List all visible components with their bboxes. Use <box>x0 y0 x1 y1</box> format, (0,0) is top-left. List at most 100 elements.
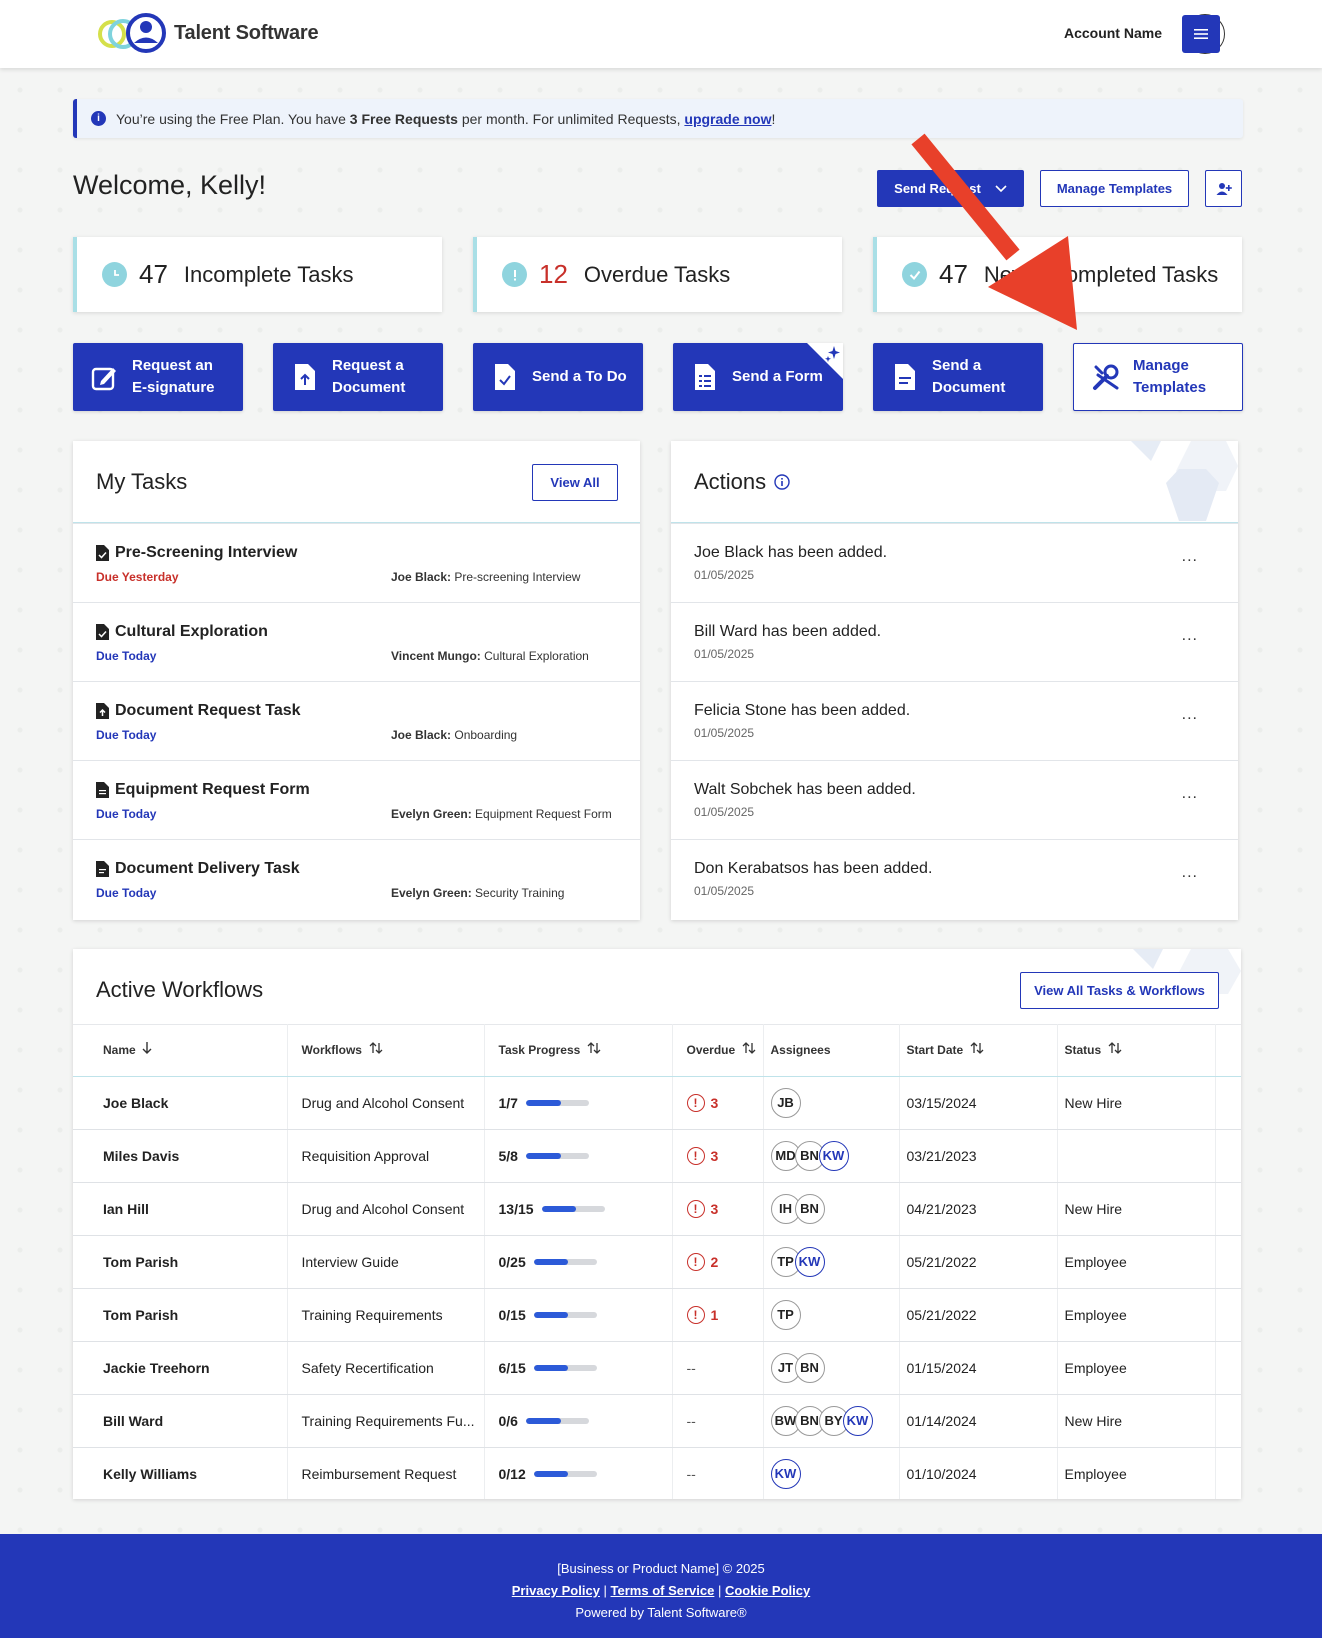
column-header-status[interactable]: Status <box>1057 1024 1216 1077</box>
column-header-assignees: Assignees <box>763 1024 900 1077</box>
upgrade-link[interactable]: upgrade now <box>684 111 771 127</box>
request-esignature-button[interactable]: Request an E-signature <box>73 343 243 411</box>
stat-overdue-tasks[interactable]: 12 Overdue Tasks <box>473 237 842 312</box>
progress-fill <box>533 1470 569 1477</box>
row-overdue: ! 3 <box>672 1076 764 1130</box>
add-user-button[interactable] <box>1205 170 1242 207</box>
row-assignees: BW BN BY KW <box>763 1394 900 1448</box>
row-progress: 5/8 <box>484 1129 673 1183</box>
banner-text: You’re using the Free Plan. You have 3 F… <box>116 110 776 127</box>
sparkle-badge-icon <box>807 343 843 379</box>
document-file-icon <box>96 861 109 877</box>
assignee-avatar[interactable]: KW <box>770 1458 801 1489</box>
row-workflow: Interview Guide <box>287 1235 485 1289</box>
column-header-workflows[interactable]: Workflows <box>287 1024 485 1077</box>
column-header-start-date[interactable]: Start Date <box>899 1024 1058 1077</box>
info-icon[interactable] <box>774 474 790 490</box>
request-document-button[interactable]: Request a Document <box>273 343 443 411</box>
overdue-alert-icon: ! <box>686 1252 705 1271</box>
progress-fill <box>525 1099 561 1106</box>
table-row[interactable]: Tom Parish Interview Guide 0/25! 2 TP KW 05/21… <box>73 1235 1241 1289</box>
more-options-icon[interactable]: ... <box>1182 548 1198 566</box>
logo-icon <box>96 12 168 54</box>
overdue-alert-icon: ! <box>686 1305 705 1324</box>
progress-fill <box>533 1311 569 1318</box>
more-options-icon[interactable]: ... <box>1182 627 1198 645</box>
row-name: Ian Hill <box>73 1182 288 1236</box>
assignee-avatar[interactable]: JB <box>770 1087 801 1118</box>
table-row[interactable]: Kelly Williams Reimbursement Request 0/12-… <box>73 1447 1241 1499</box>
assignee-avatar[interactable]: KW <box>818 1140 849 1171</box>
row-name: Tom Parish <box>73 1288 288 1342</box>
column-header-name[interactable]: Name <box>73 1024 288 1077</box>
send-todo-button[interactable]: Send a To Do <box>473 343 643 411</box>
row-start-date: 05/21/2022 <box>899 1288 1058 1342</box>
row-progress: 1/7 <box>484 1076 673 1130</box>
stat-completed-tasks[interactable]: 47 Newly Completed Tasks <box>873 237 1242 312</box>
progress-bar <box>533 1364 597 1371</box>
hamburger-menu-button[interactable] <box>1182 15 1220 53</box>
row-status: Employee <box>1057 1288 1216 1342</box>
column-header-overdue[interactable]: Overdue <box>672 1024 764 1077</box>
table-row[interactable]: Bill Ward Training Requirements Fu... 0/6-… <box>73 1394 1241 1448</box>
file-icon <box>96 545 109 561</box>
row-progress: 0/6 <box>484 1394 673 1448</box>
task-item[interactable]: Document Delivery Task Due Today Evelyn … <box>73 839 640 918</box>
row-progress: 0/15 <box>484 1288 673 1342</box>
actions-title: Actions <box>694 469 767 494</box>
chevron-down-icon <box>995 184 1007 192</box>
table-row[interactable]: Joe Black Drug and Alcohol Consent 1/7! 3 JB… <box>73 1076 1241 1130</box>
table-row[interactable]: Ian Hill Drug and Alcohol Consent 13/15! 3 I… <box>73 1182 1241 1236</box>
view-all-tasks-button[interactable]: View All <box>532 464 618 501</box>
assignee-avatar[interactable]: KW <box>842 1405 873 1436</box>
row-workflow: Safety Recertification <box>287 1341 485 1395</box>
upload-file-icon <box>291 362 319 392</box>
assignee-avatar[interactable]: BN <box>794 1193 825 1224</box>
send-document-button[interactable]: Send a Document <box>873 343 1043 411</box>
progress-bar <box>533 1311 597 1318</box>
terms-of-service-link[interactable]: Terms of Service <box>611 1583 715 1598</box>
row-overdue: ! 1 <box>672 1288 764 1342</box>
table-row[interactable]: Miles Davis Requisition Approval 5/8! 3 MD BN… <box>73 1129 1241 1183</box>
table-row[interactable]: Jackie Treehorn Safety Recertification 6/1… <box>73 1341 1241 1395</box>
stat-value: 12 <box>539 259 568 289</box>
privacy-policy-link[interactable]: Privacy Policy <box>512 1583 600 1598</box>
task-item[interactable]: Cultural Exploration Due Today Vincent M… <box>73 602 640 681</box>
more-options-icon[interactable]: ... <box>1182 785 1198 803</box>
row-progress: 0/25 <box>484 1235 673 1289</box>
task-item[interactable]: Equipment Request Form Due Today Evelyn … <box>73 760 640 839</box>
manage-templates-button[interactable]: Manage Templates <box>1040 170 1189 207</box>
progress-bar <box>533 1258 597 1265</box>
row-name: Joe Black <box>73 1076 288 1130</box>
manage-templates-quick-button[interactable]: Manage Templates <box>1073 343 1243 411</box>
table-row[interactable]: Tom Parish Training Requirements 0/15! 1 TP 0… <box>73 1288 1241 1342</box>
row-workflow: Reimbursement Request <box>287 1447 485 1499</box>
assignee-avatar[interactable]: TP <box>770 1299 801 1330</box>
cookie-policy-link[interactable]: Cookie Policy <box>725 1583 810 1598</box>
stat-value: 47 <box>939 259 968 289</box>
stat-value: 47 <box>139 259 168 289</box>
footer-copyright: [Business or Product Name] © 2025 <box>557 1561 765 1576</box>
more-options-icon[interactable]: ... <box>1182 864 1198 882</box>
sort-icon <box>742 1042 756 1055</box>
row-status: New Hire <box>1057 1182 1216 1236</box>
workflows-table: Name Workflows Task Progress Overdue Ass… <box>73 1024 1241 1499</box>
assignee-avatar[interactable]: BN <box>794 1352 825 1383</box>
more-options-icon[interactable]: ... <box>1182 706 1198 724</box>
sort-icon <box>1108 1042 1122 1055</box>
stat-incomplete-tasks[interactable]: 47 Incomplete Tasks <box>73 237 442 312</box>
row-name: Tom Parish <box>73 1235 288 1289</box>
view-all-tasks-workflows-button[interactable]: View All Tasks & Workflows <box>1020 972 1219 1009</box>
column-header-task-progress[interactable]: Task Progress <box>484 1024 673 1077</box>
task-item[interactable]: Document Request Task Due Today Joe Blac… <box>73 681 640 760</box>
task-item[interactable]: Pre-Screening Interview Due Yesterday Jo… <box>73 523 640 602</box>
row-overdue: ! 3 <box>672 1182 764 1236</box>
send-form-button[interactable]: Send a Form <box>673 343 843 411</box>
send-request-button[interactable]: Send Request <box>877 170 1024 207</box>
account-name[interactable]: Account Name <box>1064 25 1162 41</box>
actions-panel: Actions Joe Black has been added. 01/05/… <box>671 441 1238 920</box>
assignee-avatar[interactable]: KW <box>794 1246 825 1277</box>
progress-bar <box>541 1205 605 1212</box>
logo[interactable]: Talent Software <box>96 12 319 54</box>
row-workflow: Drug and Alcohol Consent <box>287 1182 485 1236</box>
